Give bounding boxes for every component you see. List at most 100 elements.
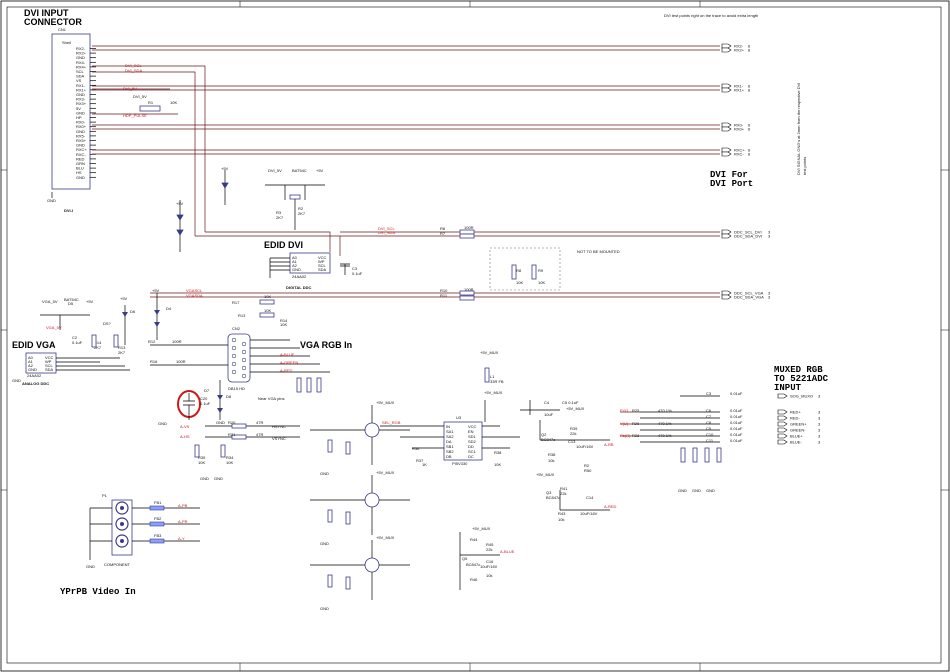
svg-text:C10: C10: [706, 432, 714, 437]
muxed-output-label: SOG_MUXO: [790, 394, 813, 399]
svg-text:0.01uF: 0.01uF: [730, 420, 743, 425]
svg-text:Q5: Q5: [462, 556, 468, 561]
svg-text:0.01uF: 0.01uF: [730, 408, 743, 413]
svg-text:10K: 10K: [280, 322, 287, 327]
component-jack-ref: P1: [102, 493, 108, 498]
svg-text:R7: R7: [440, 231, 446, 236]
svg-text:0.1uF: 0.1uF: [352, 271, 363, 276]
svg-text:+5V_MUX: +5V_MUX: [480, 350, 499, 355]
net-vga-sda: VGASDA: [186, 293, 203, 298]
schematic-sheet: DVI INPUT CONNECTOR DVI For DVI Port EDI…: [0, 0, 950, 672]
dvi-output-label: RX2+: [734, 48, 745, 53]
svg-text:GND: GND: [200, 476, 209, 481]
svg-text:R28: R28: [632, 433, 640, 438]
svg-text:GND: GND: [692, 488, 701, 493]
svg-text:VSYNC: VSYNC: [272, 436, 286, 441]
svg-text:22k: 22k: [570, 431, 576, 436]
muxed-output-label: BLUE-: [790, 440, 802, 445]
svg-text:C7: C7: [706, 414, 712, 419]
title-ypbpr: YPrPB Video In: [60, 587, 136, 597]
edid-dvi-name: DIGITAL DDC: [286, 285, 312, 290]
svg-text:R11: R11: [440, 293, 448, 298]
svg-text:22k: 22k: [486, 547, 492, 552]
svg-text:A-RB: A-RB: [604, 442, 614, 447]
muxed-output-label: GREEN+: [790, 422, 807, 427]
component-gnd: GND: [86, 564, 95, 569]
svg-text:C8: C8: [706, 420, 712, 425]
svg-text:GND: GND: [28, 367, 37, 372]
svg-text:SDA: SDA: [45, 367, 54, 372]
svg-text:Pb(R): Pb(R): [620, 433, 631, 438]
svg-text:C6: C6: [706, 408, 712, 413]
svg-text:R21: R21: [228, 432, 236, 437]
ddc-output-label: DDC_SDA_DVI: [734, 234, 762, 239]
muxed-output-label: BLUE+: [790, 434, 803, 439]
svg-text:R8: R8: [516, 268, 522, 273]
title-edid-dvi: EDID DVI: [264, 240, 303, 250]
svg-text:DC: DC: [468, 454, 474, 459]
muxed-output-label: RED+: [790, 410, 801, 415]
svg-text:FB2: FB2: [154, 516, 162, 521]
svg-text:R50: R50: [584, 468, 592, 473]
ddc-output-label: DDC_SDA_VGA: [734, 295, 764, 300]
net-dvi-5v: DVI_5V: [123, 86, 137, 91]
svg-text:10uF/16V: 10uF/16V: [580, 511, 598, 516]
svg-text:+5V: +5V: [176, 201, 184, 206]
svg-text:GND: GND: [706, 488, 715, 493]
svg-text:R17: R17: [232, 300, 240, 305]
svg-text:R36: R36: [412, 446, 420, 451]
svg-text:DS?: DS?: [103, 321, 112, 326]
svg-text:GND: GND: [216, 420, 225, 425]
buffer-gnd: GND: [320, 606, 329, 611]
svg-text:100R: 100R: [172, 339, 182, 344]
svg-text:10k: 10k: [558, 517, 564, 522]
net-a-pb: A-PB: [178, 503, 188, 508]
buffer-gnd: GND: [320, 541, 329, 546]
svg-text:R25: R25: [632, 408, 640, 413]
svg-text:BC847c: BC847c: [546, 495, 560, 500]
buffer-transistor: [364, 492, 380, 508]
dvi-connector-ref: CN1: [58, 27, 67, 32]
vga-connector-name: DB15 HD: [228, 386, 245, 391]
svg-text:GND: GND: [214, 476, 223, 481]
svg-text:A-HS: A-HS: [180, 434, 190, 439]
svg-text:A-VS: A-VS: [180, 424, 190, 429]
svg-text:R46: R46: [470, 577, 478, 582]
muxed-output-label: GREEN-: [790, 428, 806, 433]
edid-vga-chip-label: 24AA02: [27, 373, 42, 378]
svg-text:1K: 1K: [422, 462, 427, 467]
dvi-gnd-label: GND: [47, 198, 56, 203]
svg-text:R16: R16: [150, 359, 158, 364]
net-a-blue-vga: A-BLUE: [280, 352, 295, 357]
dvi-pin-28: GND: [76, 175, 85, 180]
note-near-vga: Near VGA pins: [258, 396, 284, 401]
svg-text:0.01uF: 0.01uF: [730, 432, 743, 437]
svg-text:100R: 100R: [176, 359, 186, 364]
net-dvi-sda-mid: DVI_SDA: [378, 230, 395, 235]
svg-text:GND: GND: [292, 267, 301, 272]
svg-text:FB3: FB3: [154, 533, 162, 538]
component-jack-name: COMPONENT: [104, 562, 131, 567]
svg-text:+5V: +5V: [86, 299, 94, 304]
dvi-connector-shell: Shell: [62, 40, 71, 45]
dvi-output-label: RX0+: [734, 127, 745, 132]
svg-text:10K: 10K: [198, 460, 205, 465]
title-dvi-input-2: CONNECTOR: [24, 17, 82, 27]
mux-ic-ref: U3: [456, 415, 462, 420]
svg-text:2K7: 2K7: [276, 215, 284, 220]
svg-text:GND: GND: [678, 488, 687, 493]
svg-text:C9: C9: [706, 426, 712, 431]
svg-text:0.01uF: 0.01uF: [730, 438, 743, 443]
svg-text:R38: R38: [494, 450, 502, 455]
dvi-output-label: RXC-: [734, 152, 744, 157]
buffer-supply: +5V_MUX: [376, 470, 395, 475]
svg-text:0.1uF: 0.1uF: [200, 401, 211, 406]
svg-text:A-BLUE: A-BLUE: [500, 549, 515, 554]
svg-text:10uF/16V: 10uF/16V: [576, 444, 594, 449]
buffer-gnd: GND: [320, 471, 329, 476]
svg-text:C4: C4: [544, 400, 550, 405]
net-a-red-vga: A-RED: [280, 368, 293, 373]
note-dvi-gnd-2: test points: [802, 157, 807, 175]
svg-text:VGA_5V: VGA_5V: [42, 299, 58, 304]
svg-text:A-RED: A-RED: [604, 504, 617, 509]
